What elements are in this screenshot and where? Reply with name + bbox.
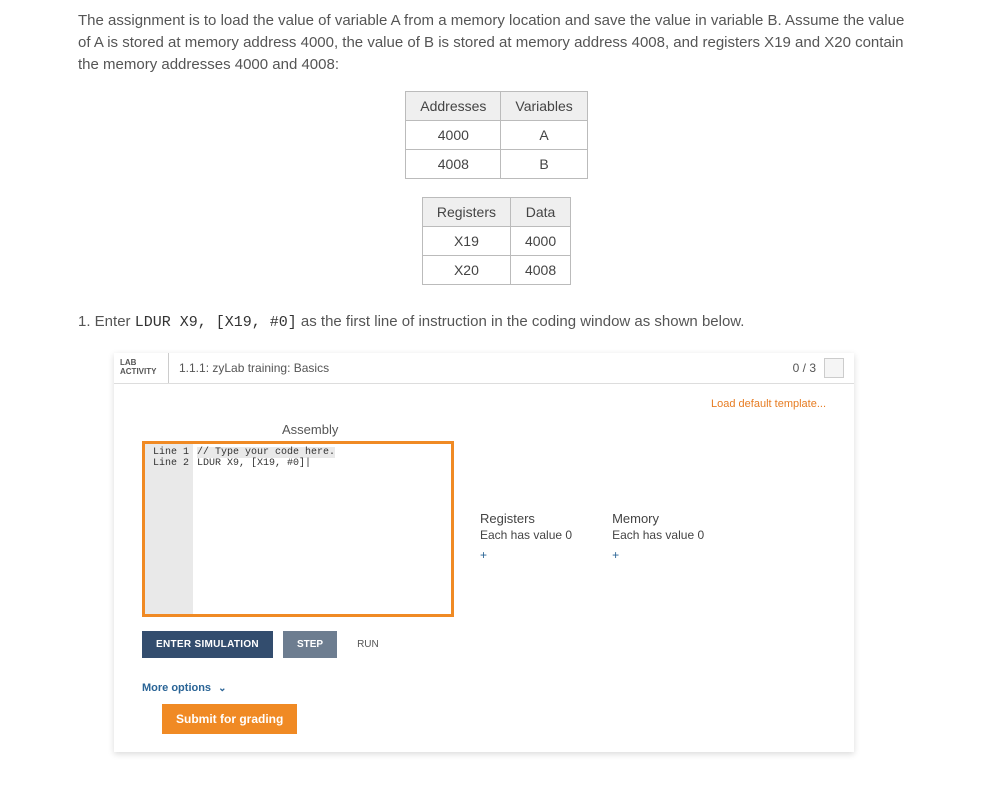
table-row: 4000 A	[406, 121, 587, 150]
table-row: X19 4000	[422, 227, 570, 256]
lab-badge: LAB ACTIVITY	[114, 353, 169, 383]
submit-for-grading-button[interactable]: Submit for grading	[162, 704, 297, 734]
lab-badge-line2: ACTIVITY	[120, 368, 162, 377]
score-box-icon	[824, 358, 844, 378]
cell: A	[501, 121, 587, 150]
addresses-variables-table: Addresses Variables 4000 A 4008 B	[405, 91, 587, 179]
lab-score: 0 / 3	[783, 353, 854, 383]
table-row: 4008 B	[406, 150, 587, 179]
registers-sub: Each has value 0	[480, 528, 572, 542]
memory-add-button[interactable]: +	[612, 548, 704, 562]
lab-title: 1.1.1: zyLab training: Basics	[169, 353, 783, 383]
instruction-line: 1. Enter LDUR X9, [X19, #0] as the first…	[78, 313, 915, 331]
instruction-code: LDUR X9, [X19, #0]	[135, 314, 297, 331]
table2-header-registers: Registers	[422, 198, 510, 227]
memory-title: Memory	[612, 511, 704, 526]
cell: X20	[422, 256, 510, 285]
chevron-down-icon: ⌄	[218, 683, 226, 694]
registers-title: Registers	[480, 511, 572, 526]
load-default-template-link[interactable]: Load default template...	[142, 398, 826, 410]
memory-column: Memory Each has value 0 +	[612, 511, 704, 562]
editor-code-lines[interactable]: // Type your code here. LDUR X9, [X19, #…	[193, 444, 339, 614]
intro-text: The assignment is to load the value of v…	[78, 10, 915, 75]
registers-add-button[interactable]: +	[480, 548, 572, 562]
run-button[interactable]: RUN	[347, 631, 389, 658]
more-options-toggle[interactable]: More options ⌄	[142, 682, 826, 694]
enter-simulation-button[interactable]: ENTER SIMULATION	[142, 631, 273, 658]
code-line-2: LDUR X9, [X19, #0]|	[197, 458, 311, 469]
instruction-prefix: 1. Enter	[78, 313, 135, 330]
assembly-label: Assembly	[282, 422, 826, 437]
code-editor[interactable]: Line 1 Line 2 // Type your code here. LD…	[142, 441, 454, 617]
table2-header-data: Data	[510, 198, 570, 227]
memory-sub: Each has value 0	[612, 528, 704, 542]
more-options-label: More options	[142, 682, 211, 694]
table1-header-variables: Variables	[501, 92, 587, 121]
cell: B	[501, 150, 587, 179]
cell: 4000	[510, 227, 570, 256]
registers-column: Registers Each has value 0 +	[480, 511, 572, 562]
table1-header-addresses: Addresses	[406, 92, 501, 121]
lab-header: LAB ACTIVITY 1.1.1: zyLab training: Basi…	[114, 353, 854, 384]
cell: X19	[422, 227, 510, 256]
cell: 4008	[510, 256, 570, 285]
cell: 4008	[406, 150, 501, 179]
cell: 4000	[406, 121, 501, 150]
editor-gutter: Line 1 Line 2	[145, 444, 193, 614]
table-row: X20 4008	[422, 256, 570, 285]
lab-panel: LAB ACTIVITY 1.1.1: zyLab training: Basi…	[114, 353, 854, 752]
code-line-1: // Type your code here.	[197, 447, 335, 458]
step-button[interactable]: STEP	[283, 631, 337, 658]
instruction-suffix: as the first line of instruction in the …	[297, 313, 745, 330]
registers-data-table: Registers Data X19 4000 X20 4008	[422, 197, 571, 285]
score-text: 0 / 3	[793, 361, 816, 375]
